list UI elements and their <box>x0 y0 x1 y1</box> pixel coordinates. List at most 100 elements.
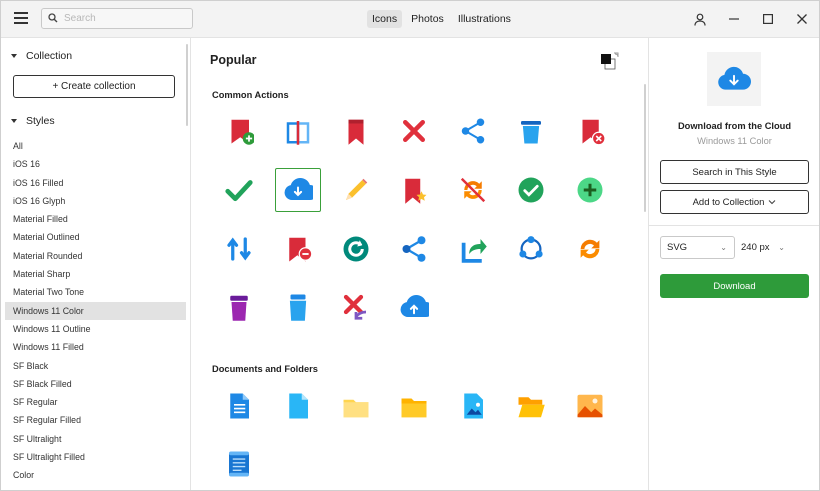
caret-down-icon <box>11 119 17 124</box>
color-swap-icon[interactable] <box>600 51 620 71</box>
format-select[interactable]: SVG ⌄ <box>660 236 735 259</box>
style-item[interactable]: SF Regular <box>5 393 186 411</box>
style-item[interactable]: Windows 11 Outline <box>5 320 186 338</box>
pencil-icon[interactable] <box>333 168 379 212</box>
maximize-icon[interactable] <box>751 1 785 37</box>
cloud-download-icon <box>718 66 751 90</box>
download-button[interactable]: Download <box>660 274 809 298</box>
check-circle-icon[interactable] <box>508 168 554 212</box>
chevron-down-icon: ⌄ <box>778 243 785 252</box>
sync-icon[interactable] <box>567 227 613 271</box>
sidebar-scrollbar[interactable] <box>186 44 188 126</box>
open-folder-icon[interactable] <box>508 384 554 428</box>
style-item[interactable]: SF Ultralight <box>5 430 186 448</box>
divider <box>649 225 819 226</box>
folder-filled-icon[interactable] <box>391 384 437 428</box>
style-item[interactable]: iOS 16 <box>5 155 186 173</box>
document-icon[interactable] <box>216 384 262 428</box>
icon-name: Download from the Cloud <box>677 121 792 131</box>
checkmark-icon[interactable] <box>216 168 262 212</box>
purple-bin-icon[interactable] <box>216 285 262 329</box>
style-item[interactable]: Material Rounded <box>5 247 186 265</box>
app-window: Icons Photos Illustrations Collection + … <box>0 0 820 491</box>
icon-preview <box>707 52 761 106</box>
bookmark-remove-icon[interactable] <box>567 109 613 153</box>
scroll-icon[interactable] <box>216 442 262 486</box>
styles-header: Styles <box>26 115 55 127</box>
style-item[interactable]: SF Ultralight Filled <box>5 448 186 466</box>
collection-header: Collection <box>26 50 73 62</box>
style-item[interactable]: Material Outlined <box>5 228 186 246</box>
cloud-download-icon[interactable] <box>275 168 321 212</box>
content-tabs: Icons Photos Illustrations <box>367 10 516 28</box>
image-file-icon[interactable] <box>450 384 496 428</box>
bookmark-icon[interactable] <box>333 109 379 153</box>
user-icon[interactable] <box>683 1 717 37</box>
create-collection-button[interactable]: + Create collection <box>13 75 175 98</box>
format-value: SVG <box>667 242 688 253</box>
menu-icon[interactable] <box>14 12 28 24</box>
plus-circle-icon[interactable] <box>567 168 613 212</box>
add-to-collection-button[interactable]: Add to Collection <box>660 190 809 214</box>
tab-icons[interactable]: Icons <box>367 10 403 28</box>
style-item[interactable]: iOS 16 Filled <box>5 174 186 192</box>
main-scrollbar[interactable] <box>644 84 646 212</box>
caret-down-icon <box>11 54 17 59</box>
category-title: Documents and Folders <box>212 364 318 374</box>
file-icon[interactable] <box>275 384 321 428</box>
style-item[interactable]: All <box>5 137 186 155</box>
category-title: Common Actions <box>212 90 289 100</box>
bookmark-star-icon[interactable] <box>391 168 437 212</box>
icon-grid-area: Popular Common Actions Documents and Fol… <box>191 38 647 490</box>
search-input[interactable] <box>64 11 184 26</box>
bookmark-minus-icon[interactable] <box>275 227 321 271</box>
blue-bin-icon[interactable] <box>275 285 321 329</box>
search-in-style-button[interactable]: Search in This Style <box>660 160 809 184</box>
open-book-icon[interactable] <box>275 109 321 153</box>
tab-illustrations[interactable]: Illustrations <box>453 10 516 28</box>
circular-nodes-icon[interactable] <box>508 227 554 271</box>
title-bar: Icons Photos Illustrations <box>1 1 819 38</box>
share-icon[interactable] <box>450 109 496 153</box>
refresh-circle-icon[interactable] <box>333 227 379 271</box>
sync-off-icon[interactable] <box>450 168 496 212</box>
chevron-down-icon: ⌄ <box>720 243 727 252</box>
style-item[interactable]: Color <box>5 466 186 484</box>
styles-list: All iOS 16 iOS 16 Filled iOS 16 Glyph Materi… <box>5 137 186 485</box>
search-box[interactable] <box>41 8 193 29</box>
style-item[interactable]: Material Sharp <box>5 265 186 283</box>
folder-icon[interactable] <box>333 384 379 428</box>
size-value: 240 px <box>741 242 770 253</box>
tab-photos[interactable]: Photos <box>406 10 449 28</box>
details-panel: Download from the Cloud Windows 11 Color… <box>648 38 819 490</box>
style-item[interactable]: Material Filled <box>5 210 186 228</box>
trash-can-icon[interactable] <box>508 109 554 153</box>
picture-icon[interactable] <box>567 384 613 428</box>
icon-style[interactable]: Windows 11 Color <box>649 136 819 146</box>
page-title: Popular <box>210 53 257 67</box>
cloud-upload-icon[interactable] <box>391 285 437 329</box>
style-item[interactable]: Windows 11 Filled <box>5 338 186 356</box>
chevron-down-icon <box>769 200 776 205</box>
style-item[interactable]: iOS 16 Glyph <box>5 192 186 210</box>
undo-x-icon[interactable] <box>333 285 379 329</box>
style-item[interactable]: Material Two Tone <box>5 283 186 301</box>
bookmark-add-icon[interactable] <box>216 109 262 153</box>
collection-section-toggle[interactable]: Collection <box>11 50 72 62</box>
share-nodes-icon[interactable] <box>391 227 437 271</box>
size-select[interactable]: 240 px ⌄ <box>741 236 791 259</box>
style-item[interactable]: SF Regular Filled <box>5 411 186 429</box>
styles-section-toggle[interactable]: Styles <box>11 115 55 127</box>
sidebar: Collection + Create collection Styles Al… <box>1 38 191 490</box>
search-icon <box>48 13 58 23</box>
style-item[interactable]: SF Black Filled <box>5 375 186 393</box>
close-icon[interactable] <box>785 1 819 37</box>
style-item[interactable]: Windows 11 Color <box>5 301 186 320</box>
add-to-collection-label: Add to Collection <box>692 196 765 208</box>
swap-arrows-icon[interactable] <box>216 227 262 271</box>
window-controls <box>683 1 819 37</box>
delete-x-icon[interactable] <box>391 109 437 153</box>
export-icon[interactable] <box>450 227 496 271</box>
minimize-icon[interactable] <box>717 1 751 37</box>
style-item[interactable]: SF Black <box>5 357 186 375</box>
